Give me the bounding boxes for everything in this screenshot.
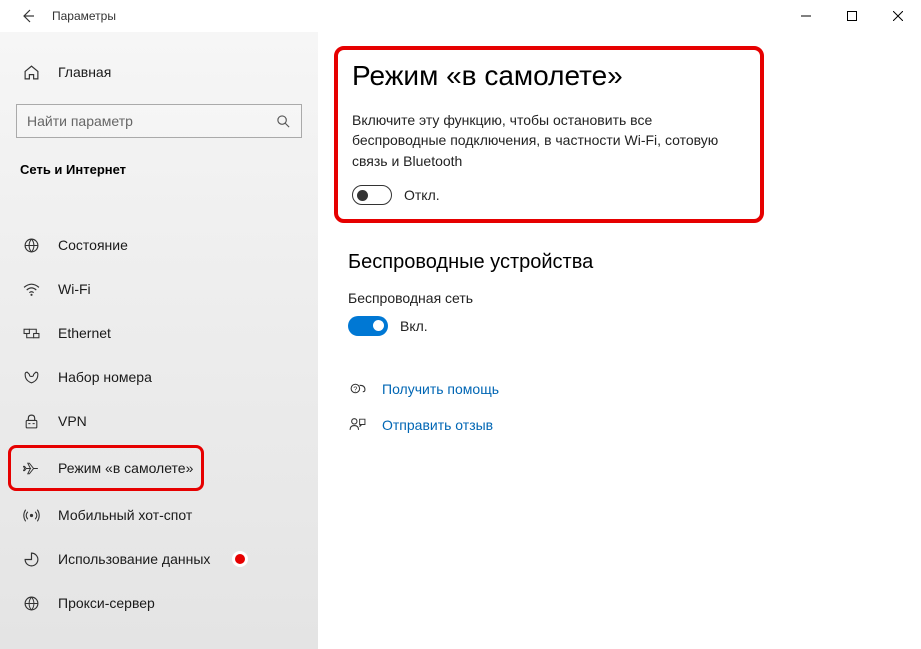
- wireless-sublabel: Беспроводная сеть: [348, 290, 891, 306]
- sidebar-item-label: Мобильный хот-спот: [58, 507, 192, 523]
- sidebar-item-hotspot[interactable]: Мобильный хот-спот: [0, 493, 318, 537]
- sidebar-item-label: Wi-Fi: [58, 281, 91, 297]
- back-arrow-icon: [20, 8, 36, 24]
- wireless-toggle[interactable]: [348, 316, 388, 336]
- page-description: Включите эту функцию, чтобы остановить в…: [352, 110, 746, 171]
- sidebar-item-status[interactable]: Состояние: [0, 223, 318, 267]
- wireless-toggle-label: Вкл.: [400, 318, 428, 334]
- maximize-button[interactable]: [829, 0, 875, 32]
- sidebar-item-airplane[interactable]: Режим «в самолете»: [8, 445, 204, 491]
- sidebar: Главная Сеть и Интернет Состояние: [0, 32, 318, 649]
- sidebar-item-label: Ethernet: [58, 325, 111, 341]
- minimize-icon: [801, 11, 811, 21]
- toggle-knob: [373, 320, 384, 331]
- sidebar-item-label: Состояние: [58, 237, 128, 253]
- close-button[interactable]: [875, 0, 921, 32]
- minimize-button[interactable]: [783, 0, 829, 32]
- wireless-section-title: Беспроводные устройства: [348, 251, 891, 274]
- airplane-icon: [22, 459, 40, 477]
- window-title: Параметры: [52, 9, 116, 23]
- back-button[interactable]: [12, 0, 44, 32]
- proxy-icon: [22, 594, 40, 612]
- titlebar: Параметры: [0, 0, 921, 32]
- wifi-icon: [22, 280, 40, 298]
- dialup-icon: [22, 368, 40, 386]
- help-icon: ?: [348, 380, 366, 398]
- vpn-icon: [22, 412, 40, 430]
- sidebar-category: Сеть и Интернет: [0, 156, 318, 191]
- datausage-icon: [22, 550, 40, 568]
- sidebar-item-wifi[interactable]: Wi-Fi: [0, 267, 318, 311]
- feedback-link-text: Отправить отзыв: [382, 417, 493, 433]
- sidebar-home[interactable]: Главная: [0, 52, 318, 92]
- sidebar-item-proxy[interactable]: Прокси-сервер: [0, 581, 318, 625]
- status-icon: [22, 236, 40, 254]
- annotation-dot: [232, 551, 248, 567]
- search-input[interactable]: [27, 113, 276, 129]
- toggle-knob: [357, 190, 368, 201]
- main-content: Режим «в самолете» Включите эту функцию,…: [318, 32, 921, 649]
- ethernet-icon: [22, 324, 40, 342]
- search-icon: [276, 114, 291, 129]
- sidebar-item-label: Режим «в самолете»: [58, 460, 193, 476]
- sidebar-item-datausage[interactable]: Использование данных: [0, 537, 318, 581]
- sidebar-home-label: Главная: [58, 64, 111, 80]
- page-title: Режим «в самолете»: [352, 60, 746, 92]
- home-icon: [22, 63, 40, 81]
- close-icon: [893, 11, 903, 21]
- sidebar-item-label: Использование данных: [58, 551, 210, 567]
- sidebar-item-vpn[interactable]: VPN: [0, 399, 318, 443]
- feedback-icon: [348, 416, 366, 434]
- sidebar-item-label: VPN: [58, 413, 87, 429]
- hotspot-icon: [22, 506, 40, 524]
- airplane-toggle-label: Откл.: [404, 187, 440, 203]
- feedback-link[interactable]: Отправить отзыв: [348, 416, 891, 434]
- airplane-toggle[interactable]: [352, 185, 392, 205]
- sidebar-item-label: Набор номера: [58, 369, 152, 385]
- sidebar-item-dialup[interactable]: Набор номера: [0, 355, 318, 399]
- highlight-annotation: Режим «в самолете» Включите эту функцию,…: [334, 46, 764, 223]
- search-box[interactable]: [16, 104, 302, 138]
- help-link-text: Получить помощь: [382, 381, 499, 397]
- svg-text:?: ?: [353, 385, 357, 394]
- help-link[interactable]: ? Получить помощь: [348, 380, 891, 398]
- sidebar-item-label: Прокси-сервер: [58, 595, 155, 611]
- sidebar-item-ethernet[interactable]: Ethernet: [0, 311, 318, 355]
- maximize-icon: [847, 11, 857, 21]
